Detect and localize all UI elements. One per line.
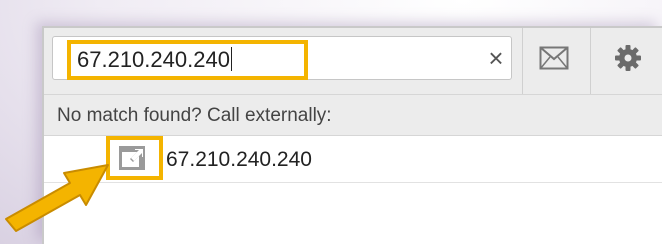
email-button[interactable] [532,36,576,80]
clear-search-button[interactable]: × [483,45,509,71]
search-toolbar: 67.210.240.240 × [44,28,662,95]
search-input-value[interactable]: 67.210.240.240 [77,47,232,73]
pointer-arrow-icon [5,164,109,232]
external-call-icon[interactable] [118,145,148,171]
external-call-row[interactable]: 67.210.240.240 [44,136,662,183]
external-call-number[interactable]: 67.210.240.240 [166,148,312,172]
gear-icon [615,45,641,71]
settings-button[interactable] [606,36,650,80]
toolbar-divider [522,28,523,94]
toolbar-divider [590,28,591,94]
envelope-icon [539,46,569,70]
no-match-row: No match found? Call externally: [44,95,662,136]
dialer-panel: 67.210.240.240 × No match found? Call ex… [42,26,662,244]
no-match-label: No match found? Call externally: [57,105,332,126]
search-input[interactable]: 67.210.240.240 × [52,36,512,80]
text-caret [230,47,232,71]
